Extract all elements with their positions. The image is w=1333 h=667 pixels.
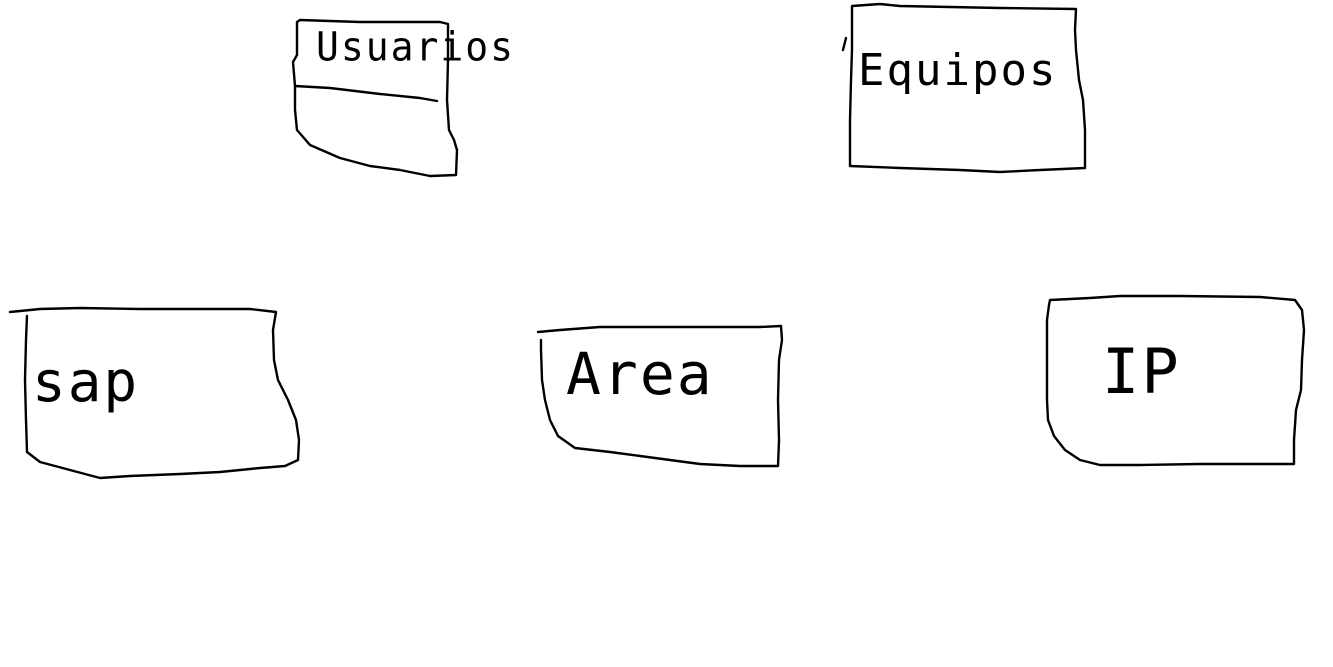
node-usuarios-label: Usuarios	[316, 23, 516, 71]
whiteboard-canvas	[8, 2, 1306, 480]
node-area-label: Area	[566, 340, 714, 408]
node-sap-label: sap	[32, 350, 140, 415]
node-ip-label: IP	[1102, 335, 1181, 408]
node-usuarios-divider	[293, 84, 439, 103]
node-equipos-label: Equipos	[858, 45, 1058, 96]
